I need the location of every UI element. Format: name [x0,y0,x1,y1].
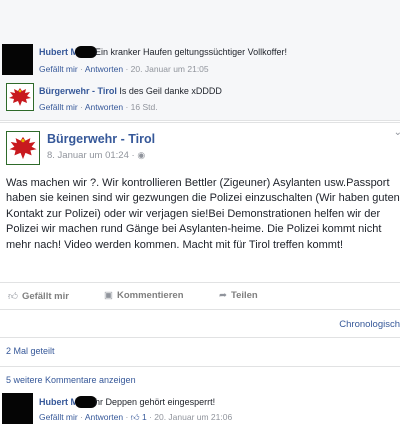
post-body: Was machen wir ?. Wir kontrollieren Bett… [6,177,400,251]
eagle-icon [9,136,37,160]
shares-link[interactable]: 2 Mal geteilt [6,346,55,356]
post-author[interactable]: Bürgerwehr - Tirol [47,132,155,146]
page-avatar[interactable] [6,131,40,165]
reply-link[interactable]: Antworten [85,102,123,112]
comment-icon: ▣ [104,290,113,301]
like-button[interactable]: 👍︎ Gefällt mir [8,290,69,302]
reply-link[interactable]: Antworten [85,412,123,422]
comment-time[interactable]: 20. Januar um 21:06 [154,412,232,422]
comment-meta-1: Gefällt mir · Antworten · 20. Januar um … [39,64,209,74]
comment-meta-3: Gefällt mir · Antworten · 👍︎ 1 · 20. Jan… [39,412,233,422]
share-label: Teilen [230,290,258,301]
thumbs-up-icon: 👍︎ [130,412,140,422]
comment-thread-top: Hubert M Ein kranker Haufen geltungssücht… [0,0,400,121]
share-icon: ➦ [219,290,227,301]
like-link[interactable]: Gefällt mir [39,64,78,74]
avatar[interactable] [2,44,33,75]
comment-text-2: Bürgerwehr - Tirol Is des Geil danke xDD… [39,85,222,97]
like-count-value: 1 [141,412,147,422]
chevron-down-icon[interactable]: ⌄ [394,127,400,138]
thumbs-up-icon: 👍︎ [8,291,18,302]
post-date: 8. Januar um 01:24 · ◉ [47,150,145,161]
share-button[interactable]: ➦ Teilen [219,290,258,301]
comment-time[interactable]: 20. Januar um 21:05 [131,64,209,74]
reply-link[interactable]: Antworten [85,64,123,74]
post-timestamp[interactable]: 8. Januar um 01:24 · [47,150,137,161]
like-link[interactable]: Gefällt mir [39,412,78,422]
comment-text-1: Hubert M Ein kranker Haufen geltungssücht… [39,46,287,58]
eagle-icon [9,88,31,106]
comment-time[interactable]: 16 Std. [131,102,158,112]
divider [0,282,400,283]
sort-dropdown[interactable]: Chronologisch [339,319,400,330]
post-actions: 👍︎ Gefällt mir ▣ Kommentieren ➦ Teilen [0,286,400,308]
comment-meta-2: Gefällt mir · Antworten · 16 Std. [39,102,158,112]
comment-author[interactable]: Hubert M [39,47,78,57]
divider [0,337,400,338]
comment-body: hr Deppen gehört eingesperrt! [95,397,216,407]
divider [0,309,400,310]
comment-body: Ein kranker Haufen geltungssüchtiger Vol… [95,47,287,57]
comment-label: Kommentieren [116,290,184,301]
like-count[interactable]: 👍︎ 1 [131,412,147,422]
comment-body: Is des Geil danke xDDDD [119,86,222,96]
censor-mark [75,396,97,408]
globe-icon: ◉ [137,150,146,160]
comment-button[interactable]: ▣ Kommentieren [104,290,184,301]
more-comments-link[interactable]: 5 weitere Kommentare anzeigen [6,375,136,385]
comment-author[interactable]: Bürgerwehr - Tirol [39,86,117,96]
avatar[interactable] [2,393,33,424]
like-link[interactable]: Gefällt mir [39,102,78,112]
like-label: Gefällt mir [21,291,69,302]
comment-author[interactable]: Hubert M [39,397,78,407]
avatar[interactable] [6,83,34,111]
censor-mark [75,46,97,58]
comment-text-3: Hubert M hr Deppen gehört eingesperrt! [39,396,215,408]
divider [0,366,400,367]
